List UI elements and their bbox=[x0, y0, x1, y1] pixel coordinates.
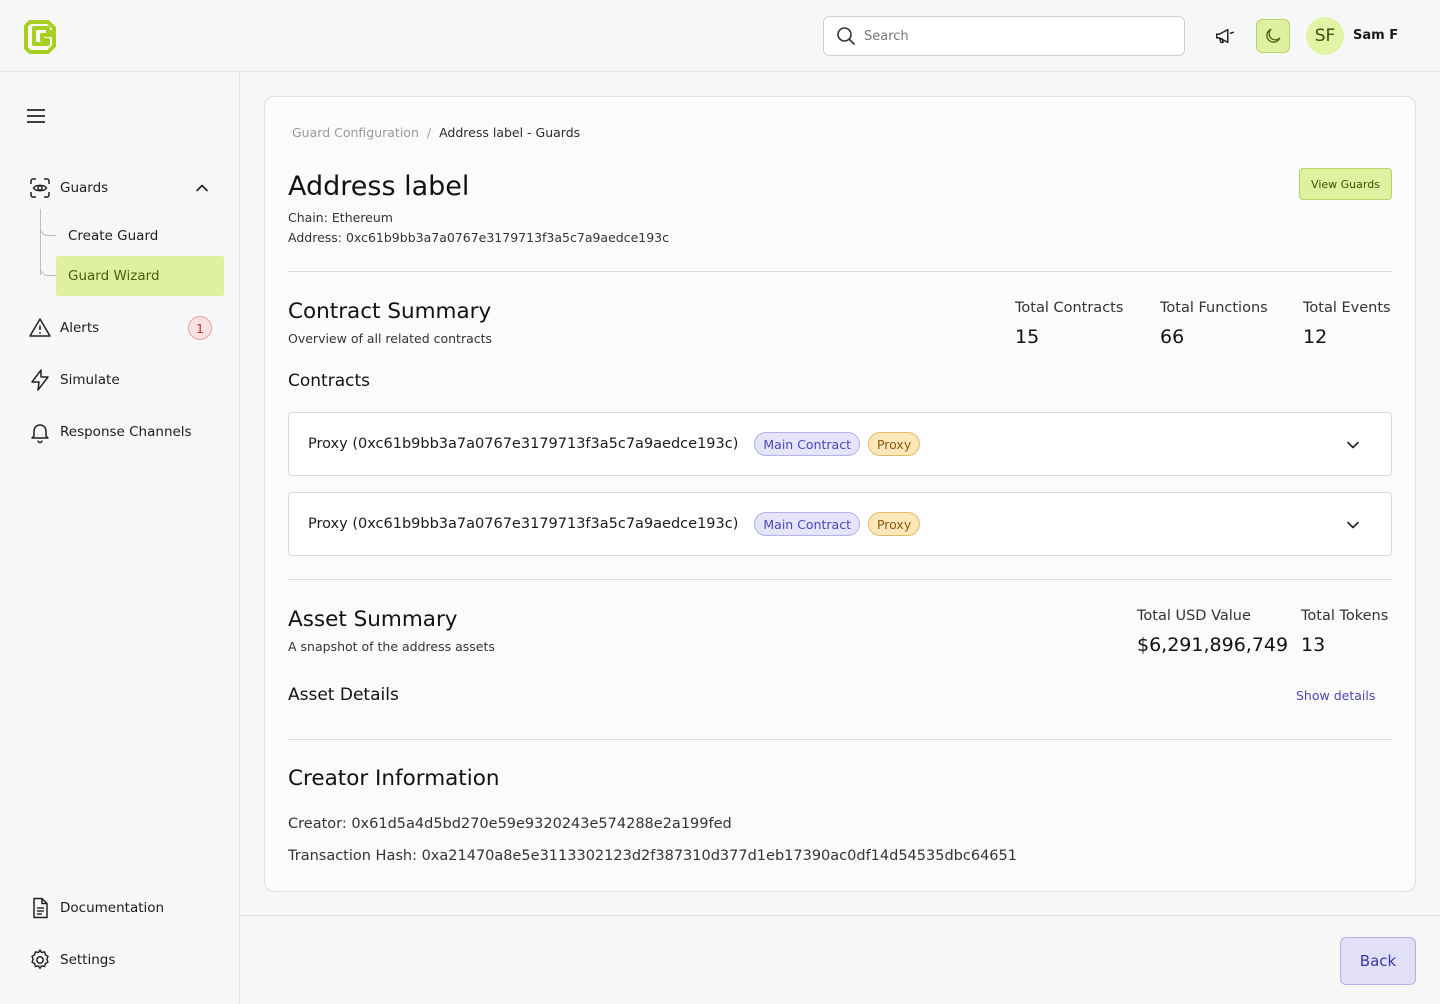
sidebar: Guards Create Guard Guard Wizard Alerts … bbox=[0, 72, 240, 1004]
asset-details-heading: Asset Details bbox=[288, 685, 399, 705]
menu-icon[interactable] bbox=[26, 108, 46, 124]
sidebar-item-settings[interactable]: Settings bbox=[28, 948, 115, 972]
search-box[interactable] bbox=[823, 16, 1185, 56]
avatar[interactable]: SF bbox=[1306, 17, 1344, 55]
main-contract-tag: Main Contract bbox=[754, 512, 860, 536]
bottom-action-bar: Back bbox=[240, 915, 1440, 1004]
chain-text: Chain: Ethereum bbox=[288, 210, 393, 225]
chevron-up-icon[interactable] bbox=[194, 180, 210, 196]
lightning-icon bbox=[31, 369, 49, 391]
theme-toggle-button[interactable] bbox=[1256, 19, 1290, 53]
sidebar-item-label: Settings bbox=[60, 952, 116, 968]
user-name[interactable]: Sam F bbox=[1353, 28, 1398, 43]
tree-connector bbox=[40, 222, 56, 236]
sidebar-item-guard-wizard[interactable]: Guard Wizard bbox=[56, 256, 224, 296]
sidebar-item-label: Alerts bbox=[60, 320, 100, 336]
sidebar-item-guards[interactable]: Guards bbox=[28, 176, 108, 200]
stat-label-total-usd-value: Total USD Value bbox=[1137, 608, 1251, 624]
breadcrumb-current: Address label - Guards bbox=[439, 125, 581, 140]
search-input[interactable] bbox=[864, 28, 1164, 44]
chevron-down-icon[interactable] bbox=[1345, 437, 1361, 453]
eye-scan-icon bbox=[30, 178, 50, 198]
sidebar-item-simulate[interactable]: Simulate bbox=[28, 368, 120, 392]
warning-icon bbox=[29, 318, 51, 337]
contracts-heading: Contracts bbox=[288, 371, 370, 391]
section-divider bbox=[288, 579, 1392, 580]
stat-label-total-contracts: Total Contracts bbox=[1015, 300, 1124, 316]
moon-icon bbox=[1266, 28, 1281, 43]
stat-value-total-tokens: 13 bbox=[1301, 634, 1326, 656]
stat-label-total-functions: Total Functions bbox=[1160, 300, 1268, 316]
stat-value-total-contracts: 15 bbox=[1015, 326, 1040, 348]
breadcrumb: Guard Configuration / Address label - Gu… bbox=[292, 125, 580, 140]
asset-summary-title: Asset Summary bbox=[288, 607, 458, 632]
section-divider bbox=[288, 739, 1392, 740]
stat-value-total-usd-value: $6,291,896,749 bbox=[1137, 634, 1289, 656]
back-button[interactable]: Back bbox=[1340, 937, 1416, 985]
top-bar: SF Sam F bbox=[0, 0, 1440, 72]
stat-label-total-events: Total Events bbox=[1303, 300, 1391, 316]
contract-name: Proxy (0xc61b9bb3a7a0767e3179713f3a5c7a9… bbox=[308, 516, 739, 532]
sidebar-item-label: Simulate bbox=[60, 372, 120, 388]
app-logo-icon[interactable] bbox=[24, 18, 58, 54]
search-icon bbox=[837, 27, 855, 45]
transaction-hash-text: Transaction Hash: 0xa21470a8e5e311330212… bbox=[288, 848, 1017, 864]
chevron-down-icon[interactable] bbox=[1345, 517, 1361, 533]
creator-info-title: Creator Information bbox=[288, 766, 500, 791]
sidebar-item-alerts[interactable]: Alerts bbox=[28, 316, 99, 340]
sidebar-item-label: Documentation bbox=[60, 900, 165, 916]
sidebar-item-label: Response Channels bbox=[60, 424, 192, 440]
breadcrumb-separator: / bbox=[426, 125, 432, 140]
stat-label-total-tokens: Total Tokens bbox=[1301, 608, 1389, 624]
gear-icon bbox=[31, 949, 49, 970]
proxy-tag: Proxy bbox=[867, 432, 921, 456]
proxy-tag: Proxy bbox=[867, 512, 921, 536]
contract-summary-subtitle: Overview of all related contracts bbox=[288, 331, 493, 346]
stat-value-total-events: 12 bbox=[1303, 326, 1328, 348]
view-guards-button[interactable]: View Guards bbox=[1299, 168, 1392, 200]
bell-icon bbox=[31, 424, 49, 444]
main-content-card: Guard Configuration / Address label - Gu… bbox=[264, 96, 1416, 892]
asset-summary-subtitle: A snapshot of the address assets bbox=[288, 639, 495, 654]
document-icon bbox=[33, 897, 48, 919]
contract-row[interactable]: Proxy (0xc61b9bb3a7a0767e3179713f3a5c7a9… bbox=[288, 492, 1392, 556]
contract-row[interactable]: Proxy (0xc61b9bb3a7a0767e3179713f3a5c7a9… bbox=[288, 412, 1392, 476]
section-divider bbox=[288, 271, 1392, 272]
sidebar-item-label: Guards bbox=[60, 180, 109, 196]
creator-address-text: Creator: 0x61d5a4d5bd270e59e9320243e5742… bbox=[288, 816, 732, 832]
megaphone-icon[interactable] bbox=[1211, 22, 1239, 50]
stat-value-total-functions: 66 bbox=[1160, 326, 1185, 348]
contract-summary-title: Contract Summary bbox=[288, 299, 492, 324]
contract-name: Proxy (0xc61b9bb3a7a0767e3179713f3a5c7a9… bbox=[308, 436, 739, 452]
sidebar-item-documentation[interactable]: Documentation bbox=[28, 896, 164, 920]
sidebar-item-response-channels[interactable]: Response Channels bbox=[28, 420, 192, 444]
breadcrumb-parent-link[interactable]: Guard Configuration bbox=[292, 125, 419, 140]
alerts-count-badge: 1 bbox=[188, 316, 212, 340]
main-contract-tag: Main Contract bbox=[754, 432, 860, 456]
tree-connector bbox=[40, 262, 56, 276]
sidebar-item-create-guard[interactable]: Create Guard bbox=[56, 216, 224, 256]
page-title: Address label bbox=[288, 171, 470, 202]
address-text: Address: 0xc61b9bb3a7a0767e3179713f3a5c7… bbox=[288, 230, 670, 245]
show-details-link[interactable]: Show details bbox=[1296, 688, 1375, 703]
